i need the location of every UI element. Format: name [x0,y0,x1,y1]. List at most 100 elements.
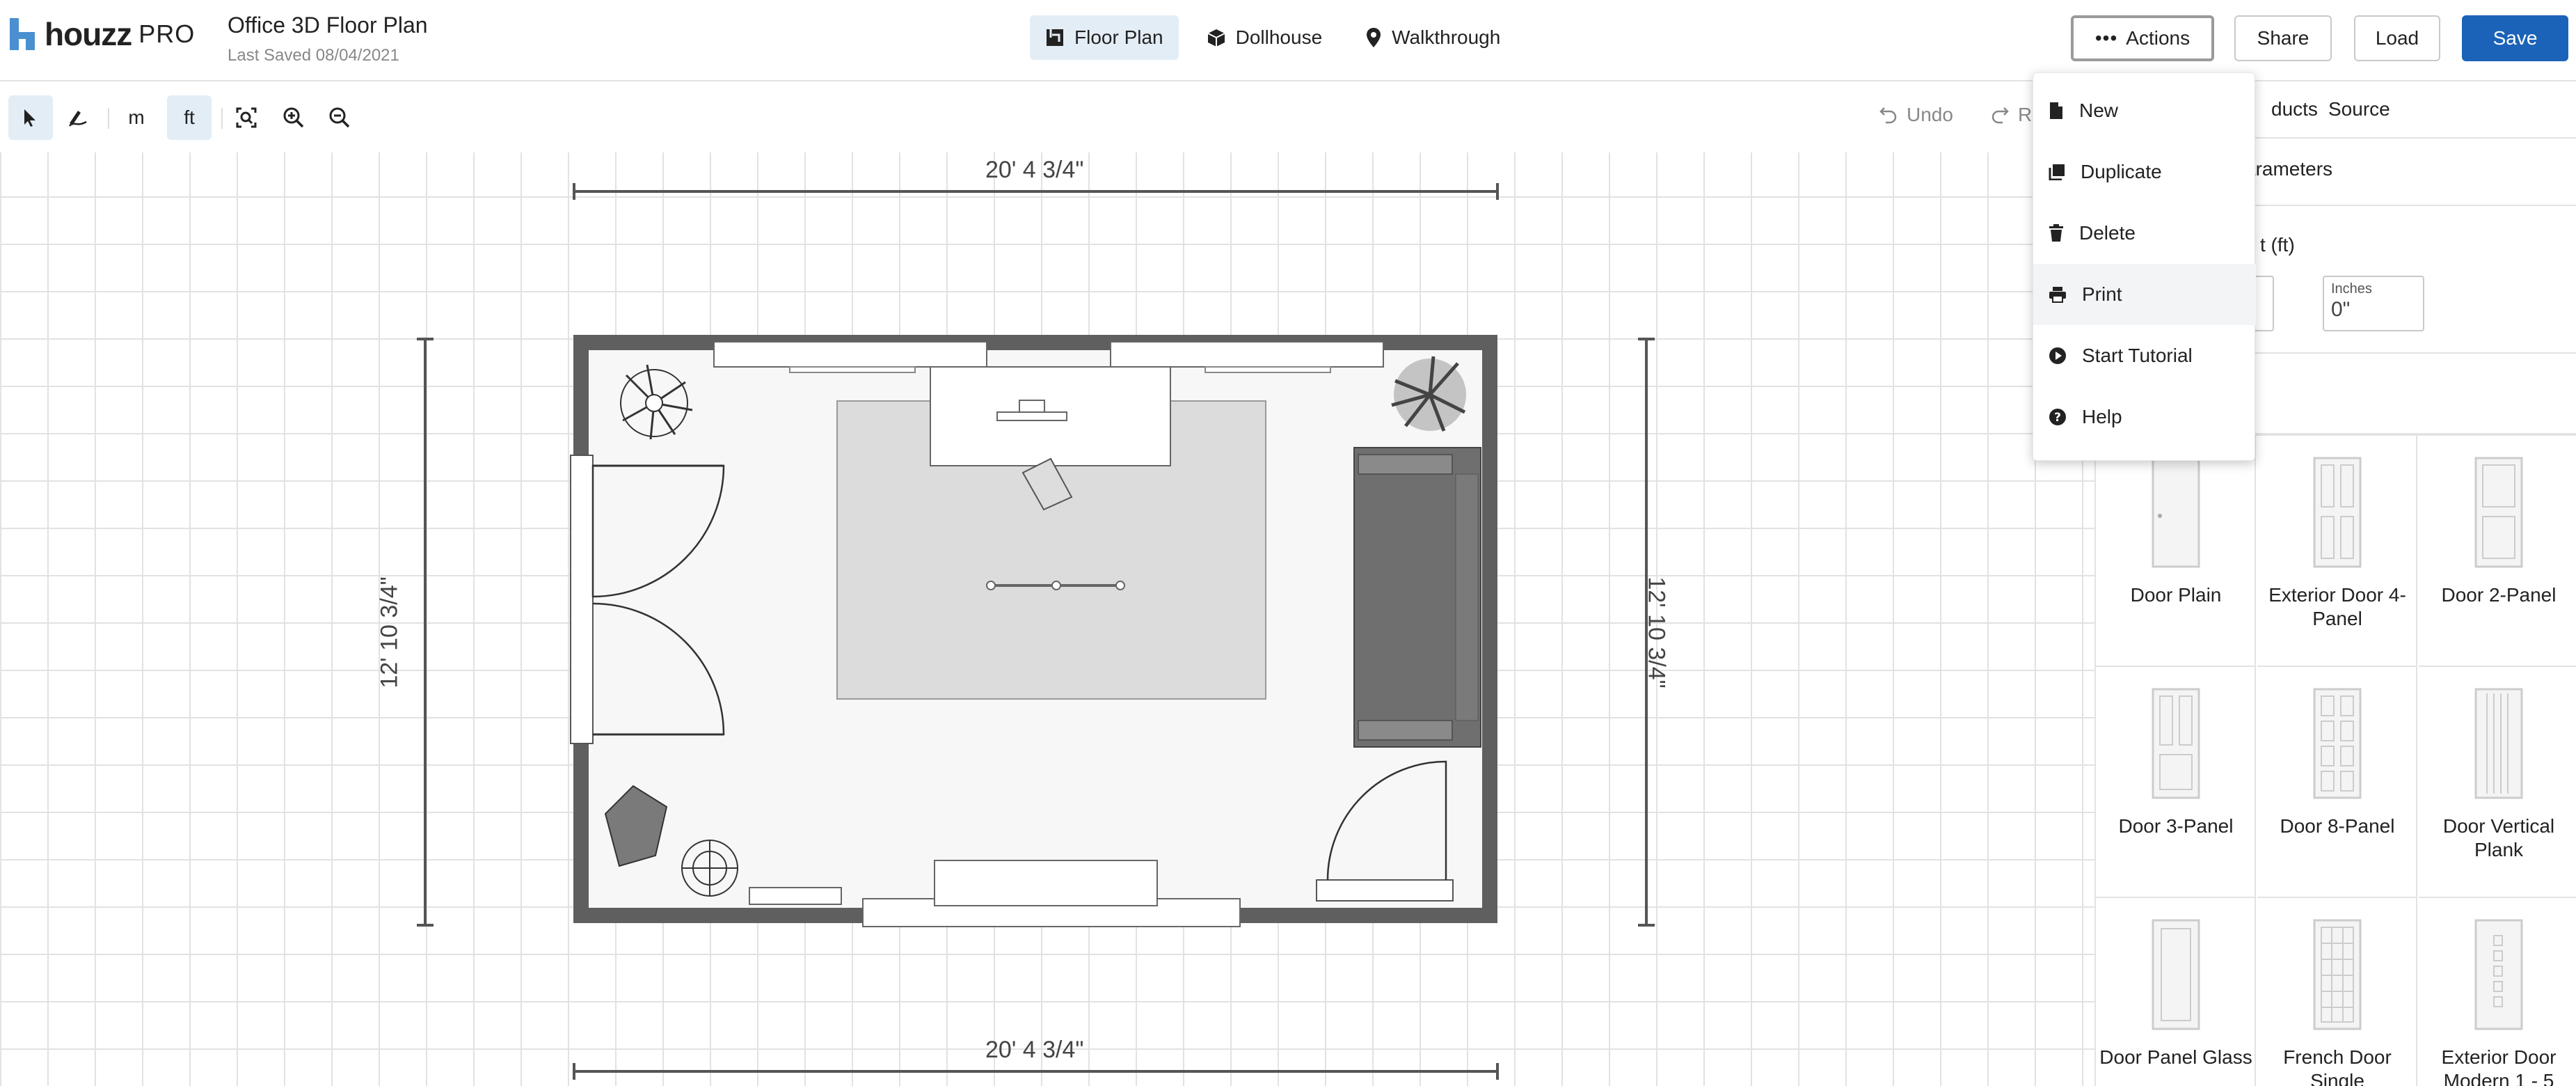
zoom-in-button[interactable] [271,95,316,140]
product-label: French Door Single [2283,1046,2392,1086]
product-label: Door Vertical Plank [2442,815,2555,860]
view-mode-tabs: Floor Plan Dollhouse Walkthrough [1030,15,1516,60]
menu-item-start-tutorial[interactable]: Start Tutorial [2033,325,2256,386]
dimension-tick [573,1063,575,1080]
tab-products[interactable]: ducts [2271,98,2318,120]
undo-button[interactable]: Undo [1879,104,1953,126]
product-label: Door 3-Panel [2118,815,2234,837]
door-plain-icon [2152,457,2200,568]
load-button[interactable]: Load [2354,15,2440,61]
dimension-left-line[interactable] [424,339,427,925]
product-card[interactable]: Door Vertical Plank [2419,667,2576,898]
menu-item-print[interactable]: Print [2033,264,2256,325]
menu-item-label: Duplicate [2081,161,2162,182]
draw-wall-tool[interactable] [56,95,100,140]
location-pin-icon [1365,27,1382,48]
tab-walkthrough[interactable]: Walkthrough [1350,15,1516,60]
redo-label: R [2018,104,2033,125]
product-card[interactable]: Door 2-Panel [2419,436,2576,667]
tab-source[interactable]: Source [2328,98,2390,120]
dimension-tick [1638,924,1655,927]
inches-input-value: 0" [2331,298,2351,321]
cursor-arrow-icon [20,107,41,128]
dimension-bottom-line[interactable] [574,1070,1497,1073]
tab-floor-plan-label: Floor Plan [1074,26,1163,48]
zoom-fit-icon [235,107,257,129]
room-floor-plan[interactable] [564,326,1510,939]
product-label: Exterior Door Modern 1 - 5 [2441,1046,2557,1086]
inches-input[interactable]: Inches 0" [2323,276,2424,331]
canvas-toolbar: m ft Undo R [0,83,2094,152]
door-vertical-plank-icon [2474,688,2523,799]
tab-floor-plan[interactable]: Floor Plan [1030,15,1179,60]
help-circle-icon: ? [2049,408,2067,426]
height-label: t (ft) [2260,234,2295,255]
floor-plan-canvas[interactable]: 20' 4 3/4" 20' 4 3/4" 12' 10 3/4" 12' 10… [0,152,2094,1086]
menu-item-label: Help [2082,406,2122,427]
dimension-tick [573,183,575,200]
menu-item-label: New [2079,100,2119,121]
product-card[interactable]: Exterior Door Modern 1 - 5 [2419,898,2576,1086]
door-8-panel-icon [2313,688,2362,799]
door-panel-glass-icon [2152,919,2200,1030]
logo-pro-label: PRO [138,19,196,48]
product-card[interactable]: Door 3-Panel [2096,667,2256,898]
menu-item-duplicate[interactable]: Duplicate [2033,141,2256,203]
product-card[interactable]: Exterior Door 4-Panel [2257,436,2417,667]
duplicate-icon [2049,164,2065,180]
product-label: Door Panel Glass [2099,1046,2252,1068]
zoom-in-icon [283,107,305,129]
dimension-tick [1638,338,1655,340]
product-label: Exterior Door 4-Panel [2268,584,2406,629]
product-card[interactable]: Door 8-Panel [2257,667,2417,898]
houzz-logo-icon [10,18,35,50]
unit-meters-toggle[interactable]: m [114,95,159,140]
tab-dollhouse[interactable]: Dollhouse [1191,15,1338,60]
share-button[interactable]: Share [2234,15,2332,61]
dimension-top-label: 20' 4 3/4" [985,157,1084,183]
floor-plan-icon [1045,28,1065,47]
menu-item-new[interactable]: New [2033,80,2256,141]
menu-item-delete[interactable]: Delete [2033,203,2256,264]
product-card[interactable]: Door Plain [2096,436,2256,667]
undo-label: Undo [1907,104,1953,125]
dimension-right-label: 12' 10 3/4" [1643,576,1670,688]
door-products-grid: Door Plain Exterior Door 4-Panel Door 2-… [2096,434,2576,1086]
tab-dollhouse-label: Dollhouse [1235,26,1323,48]
actions-button[interactable]: ••• Actions [2071,15,2214,61]
floor-plan-app: houzz PRO Office 3D Floor Plan Last Save… [0,0,2576,1086]
toolbar-divider [221,108,223,129]
menu-item-label: Start Tutorial [2082,345,2193,366]
dimension-tick [417,338,434,340]
product-label: Door 2-Panel [2441,584,2557,606]
tab-walkthrough-label: Walkthrough [1392,26,1501,48]
toolbar-divider [108,108,109,129]
dimension-left-label: 12' 10 3/4" [376,576,403,688]
door-4-panel-icon [2313,457,2362,568]
actions-button-label: Actions [2126,27,2191,49]
app-header: houzz PRO Office 3D Floor Plan Last Save… [0,0,2576,81]
zoom-out-icon [328,107,351,129]
redo-button[interactable]: R [1990,104,2032,126]
product-card[interactable]: Door Panel Glass [2096,898,2256,1086]
product-card[interactable]: French Door Single [2257,898,2417,1086]
printer-icon [2049,286,2067,303]
zoom-out-button[interactable] [317,95,362,140]
unit-feet-toggle[interactable]: ft [167,95,212,140]
redo-icon [1990,105,2010,125]
dimension-tick [417,924,434,927]
product-label: Door 8-Panel [2280,815,2395,837]
door-2-panel-icon [2474,457,2523,568]
fit-to-screen-button[interactable] [224,95,269,140]
houzz-pro-logo[interactable]: houzz PRO [10,16,196,52]
dimension-tick [1496,1063,1499,1080]
dimension-top-line[interactable] [574,190,1497,193]
save-button[interactable]: Save [2462,15,2568,61]
inches-input-label: Inches [2331,281,2372,297]
menu-item-label: Print [2082,283,2122,305]
dimension-bottom-label: 20' 4 3/4" [985,1037,1084,1063]
select-tool[interactable] [8,95,53,140]
menu-item-help[interactable]: ? Help [2033,386,2256,448]
product-label: Door Plain [2130,584,2222,606]
document-title[interactable]: Office 3D Floor Plan [228,13,428,38]
